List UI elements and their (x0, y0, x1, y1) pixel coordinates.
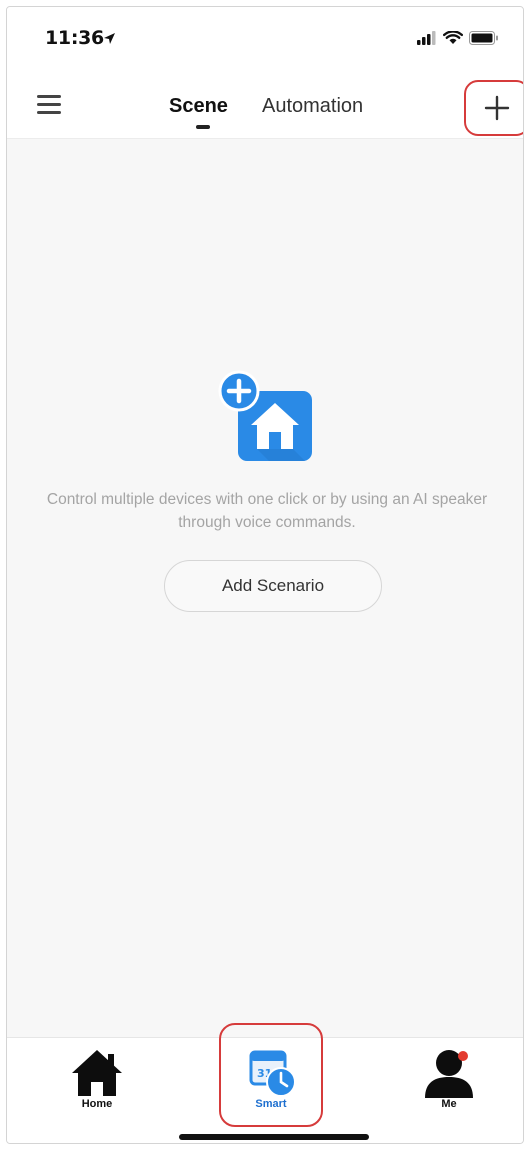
app-screen: 11:36 Scene Automation Control multiple … (6, 6, 524, 1144)
plus-icon (484, 95, 510, 121)
status-bar: 11:36 (7, 7, 523, 69)
location-arrow-icon (104, 33, 115, 44)
tab-bar-item-me[interactable]: Me (399, 1044, 499, 1114)
person-icon (425, 1050, 473, 1098)
add-scenario-label: Add Scenario (221, 576, 325, 595)
home-icon (72, 1050, 122, 1096)
tab-scene[interactable]: Scene (169, 95, 228, 118)
tab-automation[interactable]: Automation (262, 95, 363, 118)
status-icons (417, 31, 499, 45)
smart-tab-highlight-outline (219, 1023, 323, 1127)
tab-bar-item-home[interactable]: Home (47, 1044, 147, 1114)
top-navigation-bar: Scene Automation (7, 69, 523, 139)
status-time: 11:36 (45, 27, 104, 49)
tab-bar-label-me: Me (441, 1098, 457, 1110)
add-home-icon (218, 370, 312, 461)
add-scenario-button[interactable]: Add Scenario (164, 560, 382, 612)
home-indicator[interactable] (179, 1134, 369, 1140)
tab-bar-label-home: Home (81, 1098, 113, 1110)
active-tab-indicator (196, 125, 210, 129)
hamburger-menu-icon[interactable] (37, 95, 61, 115)
empty-state-message: Control multiple devices with one click … (46, 491, 488, 531)
battery-icon (469, 31, 498, 45)
add-scene-button[interactable] (464, 80, 523, 136)
signal-icon (417, 31, 436, 45)
wifi-icon (443, 31, 463, 44)
